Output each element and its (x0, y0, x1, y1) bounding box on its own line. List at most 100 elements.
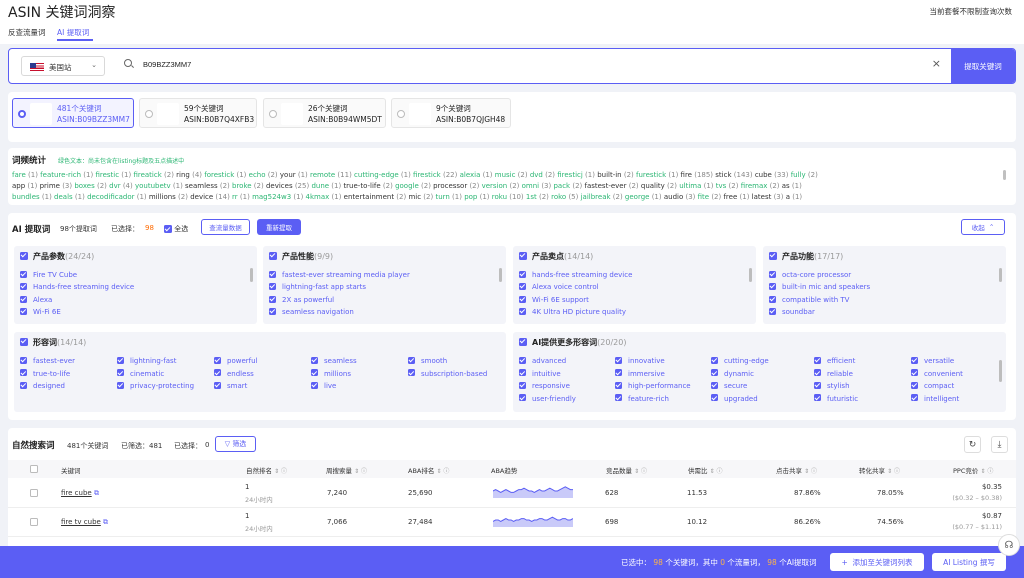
extract-item[interactable]: Wi-Fi 6E (20, 307, 61, 316)
frequency-word[interactable]: firemax (2) (741, 182, 780, 190)
frequency-word[interactable]: deals (1) (54, 193, 85, 201)
col-weekly-volume[interactable]: 周搜索量 ⇕ ⓘ (326, 465, 367, 475)
frequency-word[interactable]: google (2) (395, 182, 431, 190)
extract-item[interactable]: Hands-free streaming device (20, 282, 134, 291)
extract-item[interactable]: lightning-fast app starts (269, 282, 366, 291)
add-to-keyword-list-button[interactable]: + 添加至关键词列表 (830, 553, 924, 571)
reextract-button[interactable]: 重新提取 (257, 219, 301, 235)
adjective-item[interactable]: stylish (814, 381, 850, 390)
col-supply-demand[interactable]: 供需比 ⇕ ⓘ (688, 465, 723, 475)
frequency-word[interactable]: version (2) (482, 182, 520, 190)
col-competitors[interactable]: 竞品数量 ⇕ ⓘ (606, 465, 647, 475)
frequency-word[interactable]: pop (1) (464, 193, 489, 201)
external-link-icon[interactable]: ⧉ (94, 489, 99, 497)
adjective-item[interactable]: efficient (814, 356, 855, 365)
extract-item[interactable]: 2X as powerful (269, 295, 334, 304)
col-natural-rank[interactable]: 自然排名 ⇕ ⓘ (246, 465, 287, 475)
extract-item[interactable]: built-in mic and speakers (769, 282, 870, 291)
adjective-item[interactable]: designed (20, 381, 65, 390)
adjective-item[interactable]: convenient (911, 369, 963, 378)
frequency-word[interactable]: 4kmax (1) (306, 193, 342, 201)
adjective-item[interactable]: privacy-protecting (117, 381, 194, 390)
radio[interactable] (145, 110, 153, 118)
frequency-word[interactable]: 1st (2) (526, 193, 549, 201)
frequency-word[interactable]: a (1) (786, 193, 802, 201)
adjective-item[interactable]: upgraded (711, 394, 758, 403)
frequency-word[interactable]: pack (2) (553, 182, 582, 190)
collapse-button[interactable]: 收起 ⌃ (961, 219, 1005, 235)
adjective-item[interactable]: fastest-ever (20, 356, 75, 365)
frequency-word[interactable]: built-in (2) (597, 171, 634, 179)
adjective-item[interactable]: lightning-fast (117, 356, 176, 365)
frequency-word[interactable]: latest (3) (752, 193, 784, 201)
frequency-word[interactable]: firestick (22) (413, 171, 457, 179)
scrollbar[interactable] (999, 360, 1002, 382)
frequency-word[interactable]: fare (1) (12, 171, 38, 179)
asin-card[interactable]: 59个关键词 ASIN:B0B7Q4XFB3 (139, 98, 257, 128)
adjective-item[interactable]: millions (311, 369, 351, 378)
frequency-word[interactable]: fully (2) (791, 171, 818, 179)
extract-item[interactable]: compatible with TV (769, 295, 849, 304)
scrollbar[interactable] (1003, 170, 1006, 180)
adjective-item[interactable]: secure (711, 381, 747, 390)
extract-item[interactable]: Alexa (20, 295, 52, 304)
adjective-item[interactable]: cinematic (117, 369, 164, 378)
frequency-word[interactable]: free (1) (723, 193, 749, 201)
checkbox-checked[interactable] (164, 225, 172, 233)
frequency-word[interactable]: mag524w3 (1) (252, 193, 303, 201)
extract-item[interactable]: hands-free streaming device (519, 270, 632, 279)
extract-item[interactable]: soundbar (769, 307, 815, 316)
asin-card[interactable]: 481个关键词 ASIN:B09BZZ3MM7 (12, 98, 134, 128)
frequency-word[interactable]: dvd (2) (530, 171, 555, 179)
adjective-item[interactable]: smooth (408, 356, 447, 365)
scrollbar[interactable] (749, 268, 752, 282)
scrollbar[interactable] (499, 268, 502, 282)
adjective-item[interactable]: true-to-life (20, 369, 70, 378)
adjective-item[interactable]: powerful (214, 356, 257, 365)
frequency-word[interactable]: feature-rich (1) (40, 171, 93, 179)
frequency-word[interactable]: furestick (1) (636, 171, 678, 179)
adjective-item[interactable]: feature-rich (615, 394, 669, 403)
frequency-word[interactable]: device (14) (190, 193, 230, 201)
adjective-item[interactable]: immersive (615, 369, 665, 378)
frequency-word[interactable]: firestic (1) (95, 171, 131, 179)
frequency-word[interactable]: devices (25) (266, 182, 309, 190)
row-checkbox[interactable] (30, 489, 38, 497)
frequency-word[interactable]: your (1) (280, 171, 308, 179)
asin-card[interactable]: 9个关键词 ASIN:B0B7QJGH48 (391, 98, 511, 128)
frequency-word[interactable]: rr (1) (232, 193, 250, 201)
frequency-word[interactable]: cutting-edge (1) (354, 171, 411, 179)
filter-button[interactable]: ▽ 筛选 (215, 436, 256, 452)
frequency-word[interactable]: dune (1) (311, 182, 341, 190)
keyword-cell[interactable]: fire tv cube ⧉ (61, 518, 108, 527)
external-link-icon[interactable]: ⧉ (103, 518, 108, 526)
adjective-item[interactable]: seamless (311, 356, 357, 365)
col-conversion-share[interactable]: 转化共享 ⇕ ⓘ (859, 465, 900, 475)
adjective-item[interactable]: responsive (519, 381, 570, 390)
frequency-word[interactable]: fire (185) (681, 171, 714, 179)
region-select[interactable]: 美国站 ⌄ (21, 56, 105, 76)
frequency-word[interactable]: processor (2) (433, 182, 479, 190)
row-checkbox[interactable] (30, 518, 38, 526)
clear-icon[interactable]: × (932, 57, 941, 70)
adjective-item[interactable]: futuristic (814, 394, 858, 403)
frequency-word[interactable]: omni (3) (522, 182, 552, 190)
frequency-word[interactable]: broke (2) (232, 182, 264, 190)
frequency-word[interactable]: cube (33) (755, 171, 789, 179)
frequency-word[interactable]: fite (2) (698, 193, 722, 201)
col-click-share[interactable]: 点击共享 ⇕ ⓘ (776, 465, 817, 475)
frequency-word[interactable]: stick (143) (715, 171, 752, 179)
keyword-link[interactable]: fire cube (61, 489, 92, 497)
frequency-word[interactable]: seamless (2) (185, 182, 230, 190)
download-icon[interactable]: ⤓ (991, 436, 1008, 453)
frequency-word[interactable]: firesticj (1) (557, 171, 595, 179)
frequency-word[interactable]: mic (2) (408, 193, 433, 201)
frequency-word[interactable]: fastest-ever (2) (584, 182, 638, 190)
frequency-word[interactable]: music (2) (495, 171, 528, 179)
keyword-cell[interactable]: fire cube ⧉ (61, 489, 99, 498)
tab-reverse-traffic[interactable]: 反查流量词 (8, 27, 46, 38)
frequency-word[interactable]: ultima (1) (679, 182, 713, 190)
adjective-item[interactable]: compact (911, 381, 954, 390)
adjective-item[interactable]: smart (214, 381, 247, 390)
extract-item[interactable]: Wi-Fi 6E support (519, 295, 589, 304)
